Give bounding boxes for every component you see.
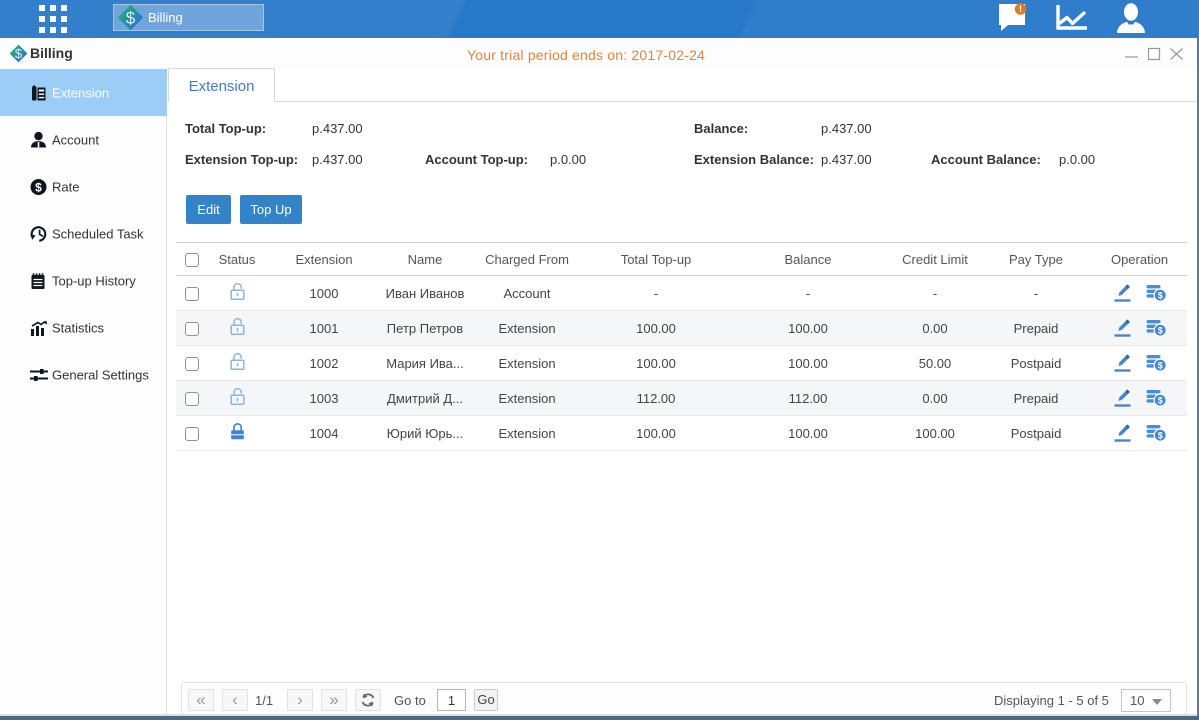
svg-text:$: $ <box>126 9 136 28</box>
svg-text:$: $ <box>15 46 23 61</box>
svg-text:$: $ <box>35 180 42 194</box>
svg-text:$: $ <box>1157 326 1162 336</box>
svg-text:$: $ <box>1157 361 1162 371</box>
svg-text:$: $ <box>1157 291 1162 301</box>
svg-text:$: $ <box>1157 396 1162 406</box>
svg-text:!: ! <box>1019 4 1022 14</box>
svg-text:$: $ <box>1157 431 1162 441</box>
